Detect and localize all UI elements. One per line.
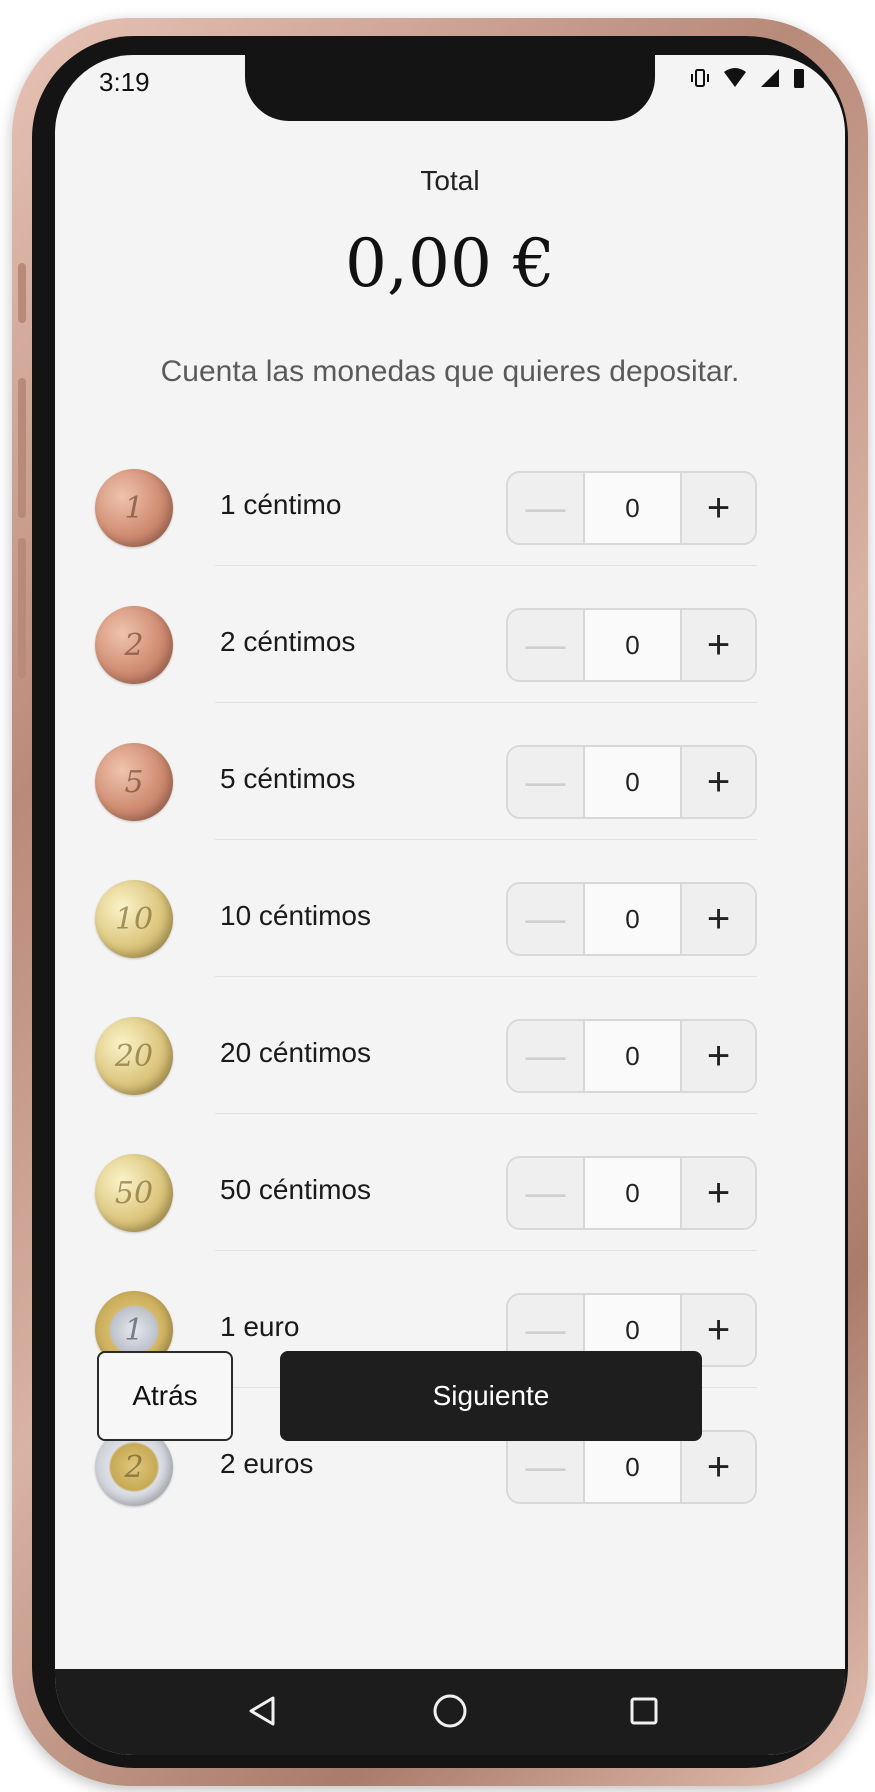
increment-button[interactable]: + [680,747,755,817]
status-time: 3:19 [99,67,150,97]
increment-button[interactable]: + [680,1432,755,1502]
coin-row: 10 10 céntimos — 0 + [55,866,845,1003]
row-divider [215,839,757,840]
recents-square-icon[interactable] [622,1689,666,1733]
total-amount: 0,00 € [345,225,555,302]
status-icons [689,67,805,94]
next-button[interactable]: Siguiente [280,1351,702,1441]
side-button [18,538,26,678]
back-triangle-icon[interactable] [240,1689,284,1733]
coin-label: 1 céntimo [220,489,342,520]
decrement-button[interactable]: — [508,747,583,817]
wifi-icon [723,67,747,94]
signal-icon [759,67,781,94]
row-divider [215,976,757,977]
coin-2-cent-image: 2 [95,606,173,684]
battery-icon [793,67,805,94]
side-button [18,263,26,323]
increment-button[interactable]: + [680,1021,755,1091]
home-circle-icon[interactable] [428,1689,472,1733]
coin-1-cent-image: 1 [95,469,173,547]
coin-50-cent-image: 50 [95,1154,173,1232]
increment-button[interactable]: + [680,884,755,954]
coin-20-cent-image: 20 [95,1017,173,1095]
quantity-value[interactable]: 0 [583,610,680,680]
instruction-text: Cuenta las monedas que quieres depositar… [160,355,740,388]
quantity-value[interactable]: 0 [583,1432,680,1502]
quantity-value[interactable]: 0 [583,884,680,954]
coin-label: 2 céntimos [220,626,356,657]
screen: 3:19 Total 0,00 € Cuenta las monedas que… [55,55,845,1755]
quantity-value[interactable]: 0 [583,473,680,543]
row-divider [215,1113,757,1114]
quantity-stepper: — 0 + [506,745,757,819]
quantity-stepper: — 0 + [506,1156,757,1230]
coin-label: 50 céntimos [220,1174,371,1205]
vibrate-icon [689,67,711,94]
camera-notch [245,55,655,121]
coin-row: 50 50 céntimos — 0 + [55,1140,845,1277]
increment-button[interactable]: + [680,473,755,543]
coin-row: 1 1 céntimo — 0 + [55,455,845,592]
quantity-stepper: — 0 + [506,1430,757,1504]
system-nav-bar [55,1669,845,1755]
quantity-value[interactable]: 0 [583,747,680,817]
quantity-stepper: — 0 + [506,471,757,545]
quantity-stepper: — 0 + [506,1019,757,1093]
increment-button[interactable]: + [680,610,755,680]
coin-label: 10 céntimos [220,900,371,931]
decrement-button[interactable]: — [508,884,583,954]
row-divider [215,1250,757,1251]
quantity-stepper: — 0 + [506,608,757,682]
increment-button[interactable]: + [680,1158,755,1228]
coin-label: 20 céntimos [220,1037,371,1068]
decrement-button[interactable]: — [508,1158,583,1228]
quantity-value[interactable]: 0 [583,1158,680,1228]
coin-label: 2 euros [220,1448,314,1479]
decrement-button[interactable]: — [508,473,583,543]
quantity-stepper: — 0 + [506,882,757,956]
decrement-button[interactable]: — [508,1021,583,1091]
row-divider [215,565,757,566]
coin-5-cent-image: 5 [95,743,173,821]
total-label: Total [420,165,480,196]
coin-row: 5 5 céntimos — 0 + [55,729,845,866]
row-divider [215,702,757,703]
coin-row: 2 2 céntimos — 0 + [55,592,845,729]
coin-row: 20 20 céntimos — 0 + [55,1003,845,1140]
side-button [18,378,26,518]
quantity-value[interactable]: 0 [583,1021,680,1091]
coin-10-cent-image: 10 [95,880,173,958]
back-button[interactable]: Atrás [97,1351,233,1441]
decrement-button[interactable]: — [508,1432,583,1502]
coin-label: 5 céntimos [220,763,356,794]
coin-label: 1 euro [220,1311,300,1342]
decrement-button[interactable]: — [508,610,583,680]
